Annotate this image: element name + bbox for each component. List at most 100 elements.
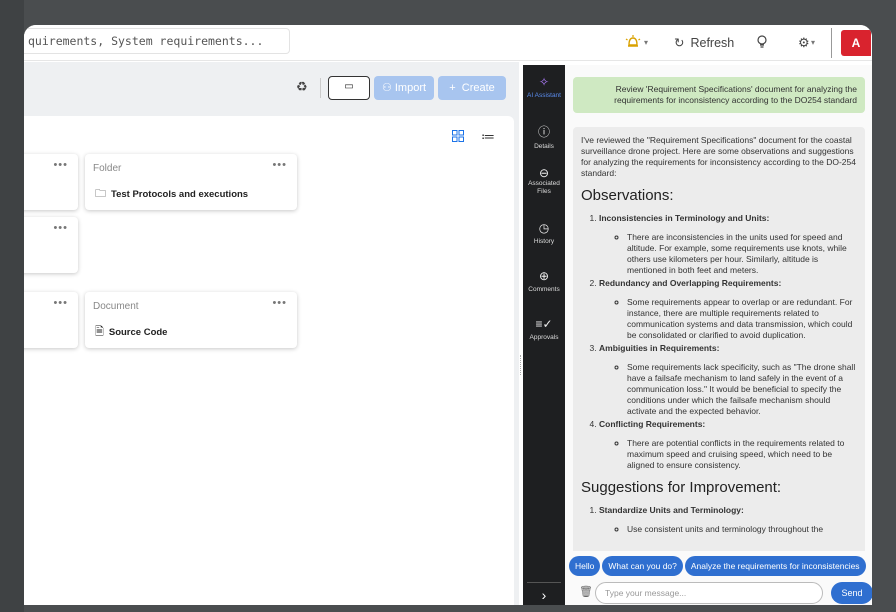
list-item-title: Standardize Units and Terminology:	[599, 505, 744, 515]
topbar-divider	[831, 28, 832, 58]
observations-list: Inconsistencies in Terminology and Units…	[599, 213, 857, 471]
import-button[interactable]: ⚇ Import	[374, 76, 434, 100]
card-name-text: Test Protocols and executions	[111, 189, 249, 200]
chat-input-row: 🗑 Type your message... Send	[565, 580, 872, 605]
chat-messages[interactable]: Review 'Requirement Specifications' docu…	[565, 65, 872, 551]
observations-heading: Observations:	[581, 187, 674, 204]
list-item-detail: There are inconsistencies in the units u…	[627, 232, 857, 276]
card-menu-icon[interactable]: •••	[272, 159, 287, 171]
assistant-message: I've reviewed the "Requirement Specifica…	[573, 127, 865, 551]
suggestions-list: Standardize Units and Terminology: Use c…	[599, 505, 857, 535]
list-item: Standardize Units and Terminology: Use c…	[599, 505, 857, 535]
card-menu-icon[interactable]: •••	[53, 159, 68, 171]
send-button[interactable]: Send	[831, 582, 872, 604]
message-input[interactable]: Type your message...	[595, 582, 823, 604]
rail-item-approvals[interactable]: ≡✓ Approvals	[523, 317, 565, 341]
list-item-detail: Some requirements lack specificity, such…	[627, 362, 857, 417]
rail-item-details[interactable]: ⓘ Details	[523, 123, 565, 150]
card-menu-icon[interactable]: •••	[53, 222, 68, 234]
rail-item-label: Approvals	[529, 334, 559, 341]
refresh-button[interactable]: ↻ Refresh	[674, 35, 734, 50]
grid-view-icon[interactable]	[452, 130, 464, 145]
import-icon: ⚇	[381, 82, 392, 94]
folder-icon: 🗀	[95, 188, 106, 200]
search-input[interactable]: quirements, System requirements...	[24, 28, 290, 54]
clock-icon: ◷	[538, 221, 550, 235]
card-menu-icon[interactable]: •••	[272, 297, 287, 309]
new-folder-button[interactable]: ▭	[328, 76, 370, 100]
recycle-bin-icon[interactable]: ♻	[296, 79, 308, 95]
avatar[interactable]: A	[841, 30, 871, 56]
gear-icon[interactable]: ⚙	[798, 35, 810, 51]
list-item-detail: Use consistent units and terminology thr…	[627, 524, 857, 535]
import-label: Import	[394, 82, 427, 94]
rail-item-label: Comments	[528, 286, 560, 293]
gear-dropdown-icon[interactable]: ▾	[811, 38, 815, 47]
refresh-label: Refresh	[690, 36, 735, 50]
suggestion-chips: Hello What can you do? Analyze the require…	[569, 556, 872, 576]
card-menu-icon[interactable]: •••	[53, 297, 68, 309]
toolbar-separator	[320, 78, 321, 98]
list-item-detail: Some requirements appear to overlap or a…	[627, 297, 857, 341]
trash-icon[interactable]: 🗑	[579, 585, 593, 598]
approvals-icon: ≡✓	[535, 317, 553, 331]
lightbulb-icon[interactable]	[756, 35, 768, 52]
info-icon: ⓘ	[537, 125, 550, 139]
list-item: Inconsistencies in Terminology and Units…	[599, 213, 857, 276]
rail-item-label: AI Assistant	[527, 92, 561, 99]
folder-card[interactable]: Folder ••• 🗀 Test Protocols and execution…	[85, 154, 297, 210]
items-panel: ≔ ••• Folder ••• 🗀 Test Protocols and exe…	[24, 116, 514, 605]
rail-item-associated-files[interactable]: ⊖ Associated Files	[523, 166, 565, 196]
add-comment-icon: ⊕	[538, 269, 550, 283]
plus-icon: +	[449, 82, 456, 94]
card-name-text: Source Code	[108, 327, 168, 338]
card-name: 🗀 Test Protocols and executions	[95, 185, 248, 204]
rail-divider	[527, 582, 561, 583]
suggestions-heading: Suggestions for Improvement:	[581, 479, 782, 496]
rail-item-label: History	[533, 238, 555, 245]
chip-what-can-you-do[interactable]: What can you do?	[602, 556, 683, 576]
folder-card[interactable]: •••	[24, 217, 78, 273]
list-item-detail: There are potential conflicts in the req…	[627, 438, 857, 471]
side-rail: ✧ AI Assistant ⓘ Details ⊖ Associated Fi…	[523, 65, 565, 605]
chip-hello[interactable]: Hello	[569, 556, 601, 576]
rail-item-label: Details	[534, 143, 554, 150]
bell-icon[interactable]	[624, 35, 642, 52]
list-item-title: Conflicting Requirements:	[599, 419, 706, 429]
card-kind: Document	[93, 301, 139, 312]
folder-card[interactable]: •••	[24, 154, 78, 210]
rail-item-history[interactable]: ◷ History	[523, 221, 565, 245]
chip-analyze-requirements[interactable]: Analyze the requirements for inconsisten…	[684, 556, 866, 576]
create-button[interactable]: + Create	[438, 76, 506, 100]
card-kind: Folder	[93, 163, 122, 174]
document-card[interactable]: •••	[24, 292, 78, 348]
refresh-icon: ↻	[674, 36, 685, 50]
list-item-title: Redundancy and Overlapping Requirements:	[599, 278, 782, 288]
bell-dropdown-icon[interactable]: ▾	[644, 38, 648, 47]
create-label: Create	[461, 82, 495, 94]
list-item-title: Ambiguities in Requirements:	[599, 343, 720, 353]
ai-chat-panel: Review 'Requirement Specifications' docu…	[565, 65, 872, 605]
folder-icon: ▭	[344, 81, 354, 92]
list-item-title: Inconsistencies in Terminology and Units…	[599, 213, 770, 223]
list-view-icon[interactable]: ≔	[481, 128, 495, 145]
attachment-icon: ⊖	[538, 166, 550, 180]
chevron-right-icon[interactable]: ›	[523, 587, 565, 603]
document-icon: 🗎	[95, 326, 104, 338]
window-left-edge	[0, 0, 24, 612]
rail-item-label: Associated Files	[528, 180, 560, 195]
card-name: 🗎 Source Code	[95, 323, 167, 342]
list-item: Conflicting Requirements: There are pote…	[599, 419, 857, 471]
rail-item-comments[interactable]: ⊕ Comments	[523, 269, 565, 293]
resize-handle[interactable]	[520, 355, 522, 375]
list-item: Redundancy and Overlapping Requirements:…	[599, 278, 857, 341]
sparkle-icon: ✧	[538, 75, 550, 89]
top-bar: quirements, System requirements... ▾ ↻ Re…	[24, 25, 872, 61]
main-area: ♻ ▭ ⚇ Import + Create ≔ ••• Folder ••• 🗀…	[24, 62, 519, 605]
content-toolbar: ♻ ▭ ⚇ Import + Create	[24, 62, 519, 110]
user-message: Review 'Requirement Specifications' docu…	[573, 77, 865, 113]
assistant-intro: I've reviewed the "Requirement Specifica…	[581, 135, 856, 178]
document-card[interactable]: Document ••• 🗎 Source Code	[85, 292, 297, 348]
app-window: quirements, System requirements... ▾ ↻ Re…	[24, 25, 872, 605]
rail-item-ai-assistant[interactable]: ✧ AI Assistant	[523, 75, 565, 99]
